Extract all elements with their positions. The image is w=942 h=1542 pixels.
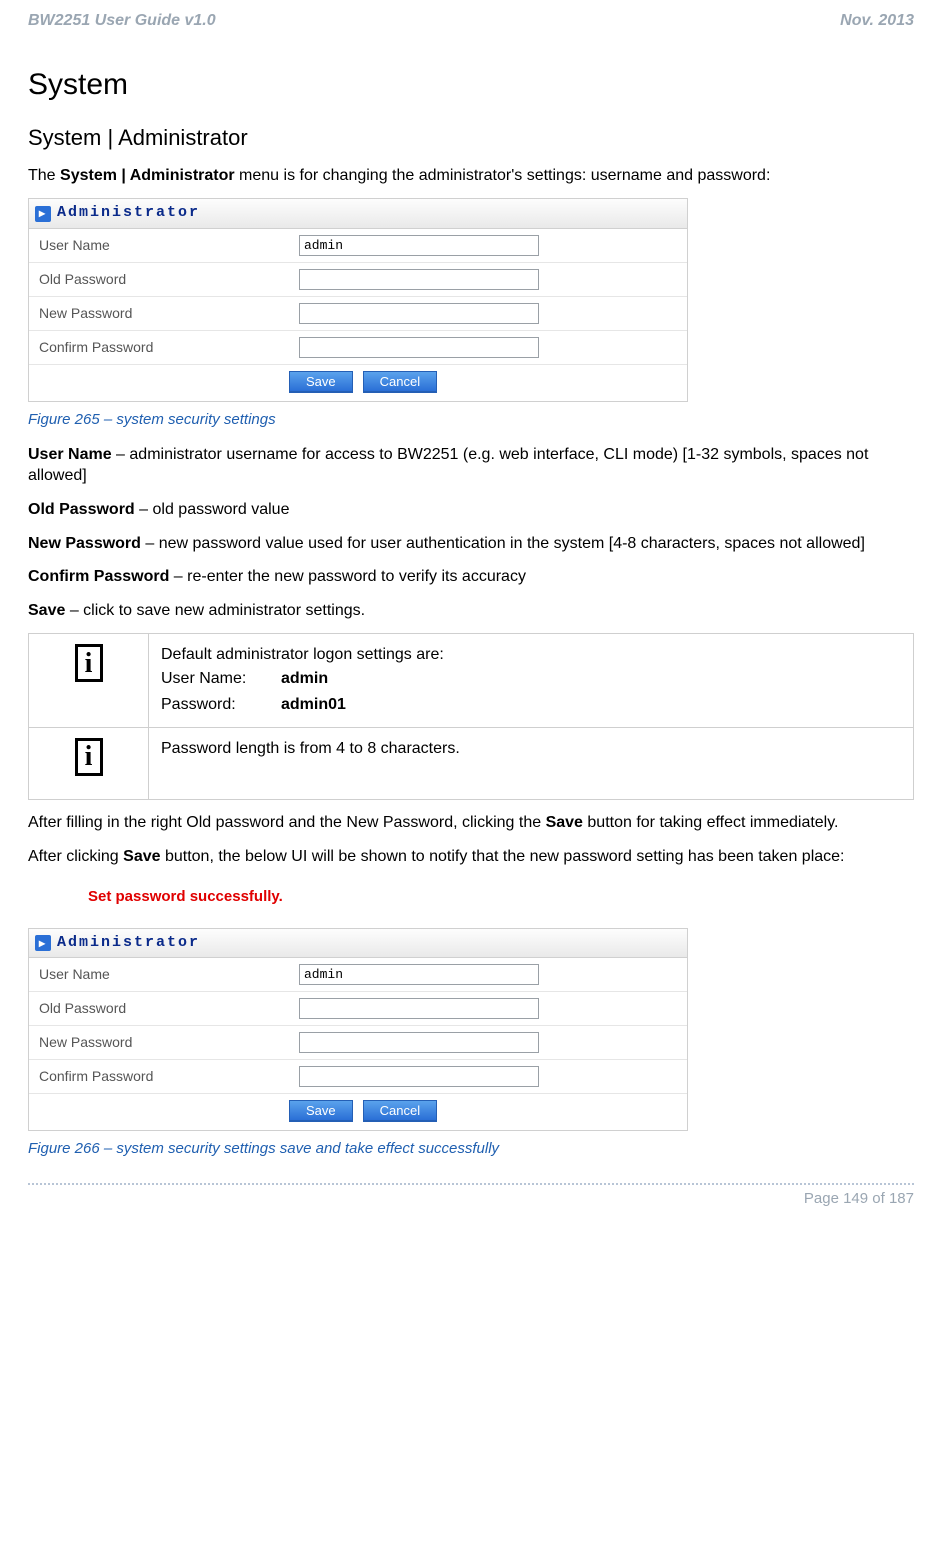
- input-new-password-2[interactable]: [299, 1032, 539, 1053]
- panel-actions: Save Cancel: [29, 365, 687, 401]
- row-old-password-2: Old Password: [29, 992, 687, 1026]
- desc-user-name: User Name – administrator username for a…: [28, 440, 914, 495]
- input-new-password[interactable]: [299, 303, 539, 324]
- page-footer: Page 149 of 187: [28, 1187, 914, 1209]
- heading-system-admin: System | Administrator: [28, 117, 914, 161]
- footer-divider: [28, 1183, 914, 1185]
- intro-paragraph: The System | Administrator menu is for c…: [28, 161, 914, 195]
- info-content-defaults: Default administrator logon settings are…: [149, 634, 914, 728]
- panel-title: Administrator: [57, 203, 200, 223]
- row-confirm-password: Confirm Password: [29, 331, 687, 365]
- info-row-defaults: Default administrator logon settings are…: [29, 634, 914, 728]
- heading-system: System: [28, 57, 914, 118]
- label-old-password-2: Old Password: [39, 999, 299, 1018]
- row-user-name-2: User Name: [29, 958, 687, 992]
- panel-icon: ▸: [35, 935, 51, 951]
- row-new-password-2: New Password: [29, 1026, 687, 1060]
- panel-title-bar-2: ▸ Administrator: [29, 929, 687, 958]
- info-pass-val: admin01: [281, 694, 346, 716]
- panel-title-2: Administrator: [57, 933, 200, 953]
- input-user-name-2[interactable]: [299, 964, 539, 985]
- info-icon: [75, 644, 103, 682]
- input-user-name[interactable]: [299, 235, 539, 256]
- row-user-name: User Name: [29, 229, 687, 263]
- info-user-key: User Name:: [161, 668, 271, 690]
- label-confirm-password-2: Confirm Password: [39, 1067, 299, 1086]
- label-confirm-password: Confirm Password: [39, 338, 299, 357]
- desc-old-password: Old Password – old password value: [28, 495, 914, 529]
- label-user-name-2: User Name: [39, 965, 299, 984]
- info-row-length: Password length is from 4 to 8 character…: [29, 728, 914, 800]
- desc-save: Save – click to save new administrator s…: [28, 596, 914, 630]
- desc-confirm-password: Confirm Password – re-enter the new pass…: [28, 562, 914, 596]
- success-message: Set password successfully.: [88, 887, 914, 907]
- save-button-2[interactable]: Save: [289, 1100, 353, 1122]
- panel-title-bar: ▸ Administrator: [29, 199, 687, 228]
- input-confirm-password-2[interactable]: [299, 1066, 539, 1087]
- panel-actions-2: Save Cancel: [29, 1094, 687, 1130]
- info-icon: [75, 738, 103, 776]
- info-icon-cell-2: [29, 728, 149, 800]
- input-old-password-2[interactable]: [299, 998, 539, 1019]
- doc-date: Nov. 2013: [840, 10, 914, 32]
- label-old-password: Old Password: [39, 270, 299, 289]
- info-pass-key: Password:: [161, 694, 271, 716]
- cancel-button[interactable]: Cancel: [363, 371, 437, 393]
- info-default-heading: Default administrator logon settings are…: [161, 644, 901, 666]
- save-button[interactable]: Save: [289, 371, 353, 393]
- label-new-password: New Password: [39, 304, 299, 323]
- label-new-password-2: New Password: [39, 1033, 299, 1052]
- row-new-password: New Password: [29, 297, 687, 331]
- doc-title: BW2251 User Guide v1.0: [28, 10, 216, 32]
- cancel-button-2[interactable]: Cancel: [363, 1100, 437, 1122]
- info-icon-cell: [29, 634, 149, 728]
- after-save-1: After filling in the right Old password …: [28, 808, 914, 842]
- figure-266-caption: Figure 266 – system security settings sa…: [28, 1135, 914, 1169]
- after-save-2: After clicking Save button, the below UI…: [28, 842, 914, 876]
- panel-icon: ▸: [35, 206, 51, 222]
- administrator-panel-2: ▸ Administrator User Name Old Password N…: [28, 928, 688, 1131]
- input-confirm-password[interactable]: [299, 337, 539, 358]
- figure-265-caption: Figure 265 – system security settings: [28, 406, 914, 440]
- administrator-panel: ▸ Administrator User Name Old Password N…: [28, 198, 688, 401]
- info-table: Default administrator logon settings are…: [28, 633, 914, 800]
- page-header: BW2251 User Guide v1.0 Nov. 2013: [28, 10, 914, 57]
- row-old-password: Old Password: [29, 263, 687, 297]
- desc-new-password: New Password – new password value used f…: [28, 529, 914, 563]
- row-confirm-password-2: Confirm Password: [29, 1060, 687, 1094]
- info-user-val: admin: [281, 668, 328, 690]
- info-content-length: Password length is from 4 to 8 character…: [149, 728, 914, 800]
- label-user-name: User Name: [39, 236, 299, 255]
- input-old-password[interactable]: [299, 269, 539, 290]
